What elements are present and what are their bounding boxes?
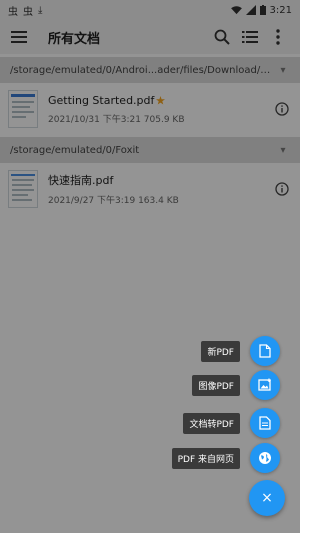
document-convert-button[interactable] <box>250 408 280 438</box>
image-pdf-button[interactable] <box>250 370 280 400</box>
fab-item-web-pdf[interactable]: PDF 来自网页 <box>171 443 280 473</box>
new-pdf-button[interactable] <box>250 336 280 366</box>
fab-item-doc-to-pdf[interactable]: 文档转PDF <box>183 408 280 438</box>
web-pdf-button[interactable] <box>250 443 280 473</box>
fab-item-image-pdf[interactable]: 图像PDF <box>192 370 280 400</box>
fab-label[interactable]: 文档转PDF <box>183 412 240 434</box>
image-pdf-icon <box>258 378 271 391</box>
fab-label[interactable]: 图像PDF <box>192 374 240 396</box>
close-icon: × <box>261 490 273 506</box>
fab-label[interactable]: PDF 来自网页 <box>171 447 240 469</box>
new-pdf-icon <box>259 344 271 358</box>
web-pdf-icon <box>259 452 271 464</box>
fab-item-new-pdf[interactable]: 新PDF <box>201 336 280 366</box>
fab-label[interactable]: 新PDF <box>201 340 240 362</box>
fab-close-button[interactable]: × <box>249 480 285 516</box>
document-convert-icon <box>259 416 271 430</box>
